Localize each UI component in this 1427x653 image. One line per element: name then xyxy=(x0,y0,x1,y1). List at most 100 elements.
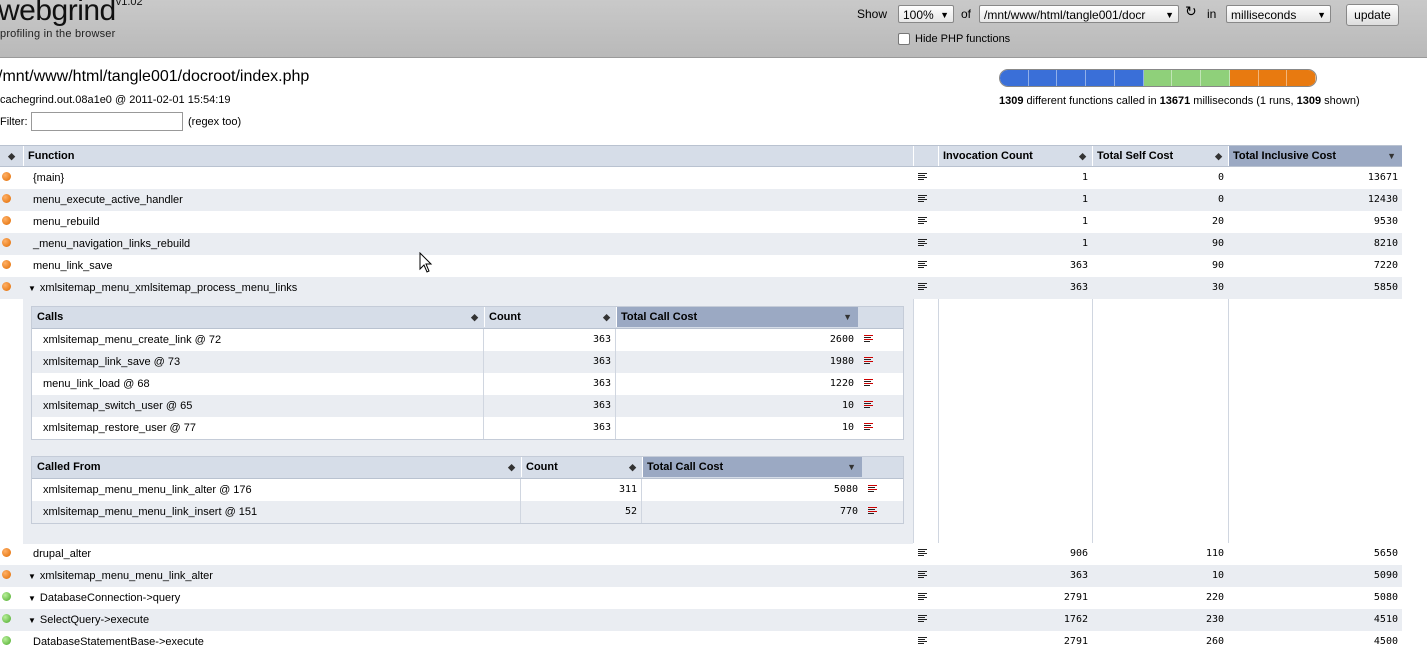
function-name[interactable]: ▼ xmlsitemap_menu_menu_link_alter xyxy=(28,565,908,587)
filter-label: Filter: xyxy=(0,116,28,128)
file-select[interactable]: /mnt/www/html/tangle001/docr ▼ xyxy=(979,5,1179,23)
update-button[interactable]: update xyxy=(1346,4,1399,26)
calls-row[interactable]: xmlsitemap_switch_user @ 65 363 10 xyxy=(32,395,903,417)
total-self-cost: 90 xyxy=(1211,238,1224,249)
call-graph-icon[interactable] xyxy=(864,401,873,410)
expand-arrow-icon[interactable]: ▼ xyxy=(28,616,36,625)
call-graph-icon[interactable] xyxy=(868,485,877,494)
sort-desc-icon: ▼ xyxy=(1387,151,1396,161)
header-function[interactable]: Function xyxy=(23,146,913,166)
function-name[interactable]: menu_execute_active_handler xyxy=(33,189,913,211)
table-row[interactable]: {main} 1 0 13671 xyxy=(0,167,1402,189)
calls-header-count[interactable]: Count ◆ xyxy=(484,307,616,327)
expand-arrow-icon[interactable]: ▼ xyxy=(28,572,36,581)
hide-php-checkbox[interactable] xyxy=(898,33,910,45)
calledfrom-name-cell[interactable]: xmlsitemap_menu_menu_link_insert @ 151 xyxy=(32,501,521,523)
calledfrom-cost: 770 xyxy=(839,506,858,517)
function-name[interactable]: menu_rebuild xyxy=(33,211,913,233)
call-graph-icon[interactable] xyxy=(864,423,873,432)
function-name[interactable]: ▼ xmlsitemap_menu_xmlsitemap_process_menu… xyxy=(28,277,908,299)
sort-icon-column[interactable]: ◆ xyxy=(0,146,23,166)
function-name[interactable]: {main} xyxy=(33,167,913,189)
calledfrom-header-name[interactable]: Called From ◆ xyxy=(32,457,521,477)
file-lines-icon[interactable] xyxy=(918,615,927,624)
file-lines-icon[interactable] xyxy=(918,549,927,558)
app-logo: webgrindv1.02 xyxy=(0,0,143,28)
cost-bar-segment xyxy=(1000,70,1029,86)
calls-row[interactable]: xmlsitemap_link_save @ 73 363 1980 xyxy=(32,351,903,373)
calls-name-cell[interactable]: menu_link_load @ 68 xyxy=(32,373,484,395)
calls-header-name[interactable]: Calls ◆ xyxy=(32,307,484,327)
function-label: drupal_alter xyxy=(33,548,92,560)
table-row[interactable]: drupal_alter 906 110 5650 xyxy=(0,543,1402,565)
filter-input[interactable] xyxy=(31,112,183,131)
calledfrom-name-cell[interactable]: xmlsitemap_menu_menu_link_alter @ 176 xyxy=(32,479,521,501)
call-graph-icon[interactable] xyxy=(864,335,873,344)
calls-count: 363 xyxy=(484,329,616,351)
chevron-down-icon: ▼ xyxy=(1165,10,1174,20)
internal-function-dot-icon xyxy=(2,614,11,623)
calls-cost: 10 xyxy=(841,400,854,411)
invocation-count: 363 xyxy=(1069,570,1088,581)
function-name[interactable]: _menu_navigation_links_rebuild xyxy=(33,233,913,255)
sort-icon: ◆ xyxy=(1215,151,1222,161)
calls-name-cell[interactable]: xmlsitemap_link_save @ 73 xyxy=(32,351,484,373)
file-lines-icon[interactable] xyxy=(918,637,927,646)
file-lines-icon[interactable] xyxy=(918,217,927,226)
calls-row[interactable]: xmlsitemap_restore_user @ 77 363 10 xyxy=(32,417,903,439)
function-name[interactable]: ▼ SelectQuery->execute xyxy=(28,609,908,631)
calls-name-cell[interactable]: xmlsitemap_restore_user @ 77 xyxy=(32,417,484,439)
sort-icon: ◆ xyxy=(629,462,636,472)
table-row[interactable]: menu_rebuild 1 20 9530 xyxy=(0,211,1402,233)
total-inclusive-cost: 7220 xyxy=(1373,260,1398,271)
calls-name-cell[interactable]: xmlsitemap_menu_create_link @ 72 xyxy=(32,329,484,351)
call-graph-icon[interactable] xyxy=(868,507,877,516)
file-lines-icon[interactable] xyxy=(918,571,927,580)
header-invocation-count[interactable]: Invocation Count ◆ xyxy=(938,146,1092,166)
calledfrom-header-count[interactable]: Count ◆ xyxy=(521,457,642,477)
show-percent-select[interactable]: 100% ▼ xyxy=(898,5,954,23)
function-name[interactable]: drupal_alter xyxy=(33,543,913,565)
file-lines-icon[interactable] xyxy=(918,195,927,204)
table-row[interactable]: ▼ DatabaseConnection->query 2791 220 5080 xyxy=(0,587,1402,609)
file-lines-icon[interactable] xyxy=(918,173,927,182)
expand-arrow-icon[interactable]: ▼ xyxy=(28,284,36,293)
function-label: xmlsitemap_menu_menu_link_alter xyxy=(39,570,213,582)
unit-select[interactable]: milliseconds ▼ xyxy=(1226,5,1331,23)
mouse-cursor-icon xyxy=(419,252,433,273)
calls-row[interactable]: menu_link_load @ 68 363 1220 xyxy=(32,373,903,395)
called-from-row[interactable]: xmlsitemap_menu_menu_link_alter @ 176 311… xyxy=(32,479,903,501)
total-self-cost: 260 xyxy=(1205,636,1224,647)
table-row[interactable]: ▼ SelectQuery->execute 1762 230 4510 xyxy=(0,609,1402,631)
table-row[interactable]: menu_link_save 363 90 7220 xyxy=(0,255,1402,277)
calls-header-cost[interactable]: Total Call Cost ▼ xyxy=(616,307,858,327)
user-function-dot-icon xyxy=(2,548,11,557)
calls-row[interactable]: xmlsitemap_menu_create_link @ 72 363 2600 xyxy=(32,329,903,351)
total-self-cost: 0 xyxy=(1217,194,1224,205)
calledfrom-header-cost[interactable]: Total Call Cost ▼ xyxy=(642,457,862,477)
file-lines-icon[interactable] xyxy=(918,261,927,270)
file-lines-icon[interactable] xyxy=(918,593,927,602)
table-row[interactable]: DatabaseStatementBase->execute 2791 260 450… xyxy=(0,631,1402,653)
table-row[interactable]: menu_execute_active_handler 1 0 12430 xyxy=(0,189,1402,211)
function-name[interactable]: ▼ DatabaseConnection->query xyxy=(28,587,908,609)
calls-table: Calls ◆ Count ◆ Total Call Cost ▼ xmlsitema… xyxy=(31,306,904,440)
function-name[interactable]: DatabaseStatementBase->execute xyxy=(33,631,913,653)
calls-name-cell[interactable]: xmlsitemap_switch_user @ 65 xyxy=(32,395,484,417)
function-name[interactable]: menu_link_save xyxy=(33,255,913,277)
header-total-inclusive-cost[interactable]: Total Inclusive Cost ▼ xyxy=(1228,146,1402,166)
called-from-table: Called From ◆ Count ◆ Total Call Cost ▼ xml… xyxy=(31,456,904,524)
table-row[interactable]: _menu_navigation_links_rebuild 1 90 8210 xyxy=(0,233,1402,255)
file-lines-icon[interactable] xyxy=(918,239,927,248)
call-graph-icon[interactable] xyxy=(864,379,873,388)
table-row[interactable]: ▼ xmlsitemap_menu_menu_link_alter 363 10 509… xyxy=(0,565,1402,587)
called-from-row[interactable]: xmlsitemap_menu_menu_link_insert @ 151 52… xyxy=(32,501,903,523)
refresh-icon[interactable]: ↻ xyxy=(1185,3,1197,20)
expand-arrow-icon[interactable]: ▼ xyxy=(28,594,36,603)
header-total-self-cost[interactable]: Total Self Cost ◆ xyxy=(1092,146,1228,166)
file-lines-icon[interactable] xyxy=(918,283,927,292)
sort-icon: ◆ xyxy=(471,312,478,322)
call-graph-icon[interactable] xyxy=(864,357,873,366)
dataset-info: cachegrind.out.08a1e0 @ 2011-02-01 15:54… xyxy=(0,94,231,106)
table-row[interactable]: ▼ xmlsitemap_menu_xmlsitemap_process_menu… xyxy=(0,277,1402,299)
